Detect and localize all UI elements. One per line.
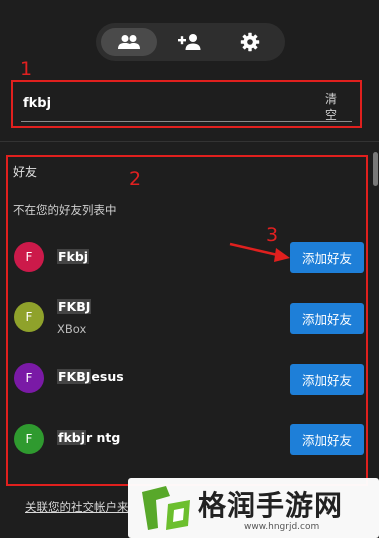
section-title: 好友 — [13, 165, 38, 179]
tab-settings[interactable] — [222, 28, 278, 56]
avatar: F — [14, 242, 44, 272]
scrollbar[interactable] — [373, 152, 378, 482]
link-social-account[interactable]: 关联您的社交帐户来 — [25, 499, 129, 515]
friend-name: FKBJesus — [57, 369, 124, 384]
watermark-text: 格润手游网 — [198, 489, 344, 522]
tab-friends[interactable] — [101, 28, 157, 56]
list-item: F FKBJesus 添加好友 — [8, 360, 366, 400]
add-friend-button[interactable]: 添加好友 — [290, 424, 364, 455]
top-tab-bar — [96, 23, 285, 61]
add-friend-button[interactable]: 添加好友 — [290, 242, 364, 273]
watermark-url: www.hngrjd.com — [244, 522, 320, 532]
avatar: F — [14, 363, 44, 393]
annotation-number: 1 — [20, 58, 33, 80]
section-subtitle: 不在您的好友列表中 — [13, 203, 117, 217]
search-input[interactable]: fkbj — [23, 96, 51, 111]
friends-icon — [117, 34, 141, 50]
add-friend-icon — [177, 33, 203, 51]
watermark: 格润手游网 www.hngrjd.com — [128, 478, 379, 538]
search-box-highlight: fkbj 清空 — [11, 80, 362, 128]
friend-name: Fkbj — [57, 249, 90, 264]
watermark-logo-icon — [142, 486, 190, 530]
search-underline — [21, 121, 352, 122]
tab-add-friend[interactable] — [162, 28, 218, 56]
search-results-highlight: 好友 不在您的好友列表中 F Fkbj 添加好友 F FKBJ XBox 添加好… — [6, 155, 368, 486]
divider — [0, 141, 379, 142]
clear-button[interactable]: 清空 — [324, 91, 338, 123]
friend-platform: XBox — [57, 322, 87, 336]
add-friend-button[interactable]: 添加好友 — [290, 364, 364, 395]
friend-name: fkbjr ntg — [57, 430, 121, 445]
list-item: F FKBJ XBox 添加好友 — [8, 299, 366, 339]
scrollbar-thumb[interactable] — [373, 152, 378, 186]
gear-icon — [240, 32, 260, 52]
friend-name: FKBJ — [57, 299, 92, 314]
add-friend-button[interactable]: 添加好友 — [290, 303, 364, 334]
list-item: F Fkbj 添加好友 — [8, 239, 366, 279]
list-item: F fkbjr ntg 添加好友 — [8, 421, 366, 461]
annotation-arrow-icon — [229, 242, 290, 262]
avatar: F — [14, 424, 44, 454]
avatar: F — [14, 302, 44, 332]
